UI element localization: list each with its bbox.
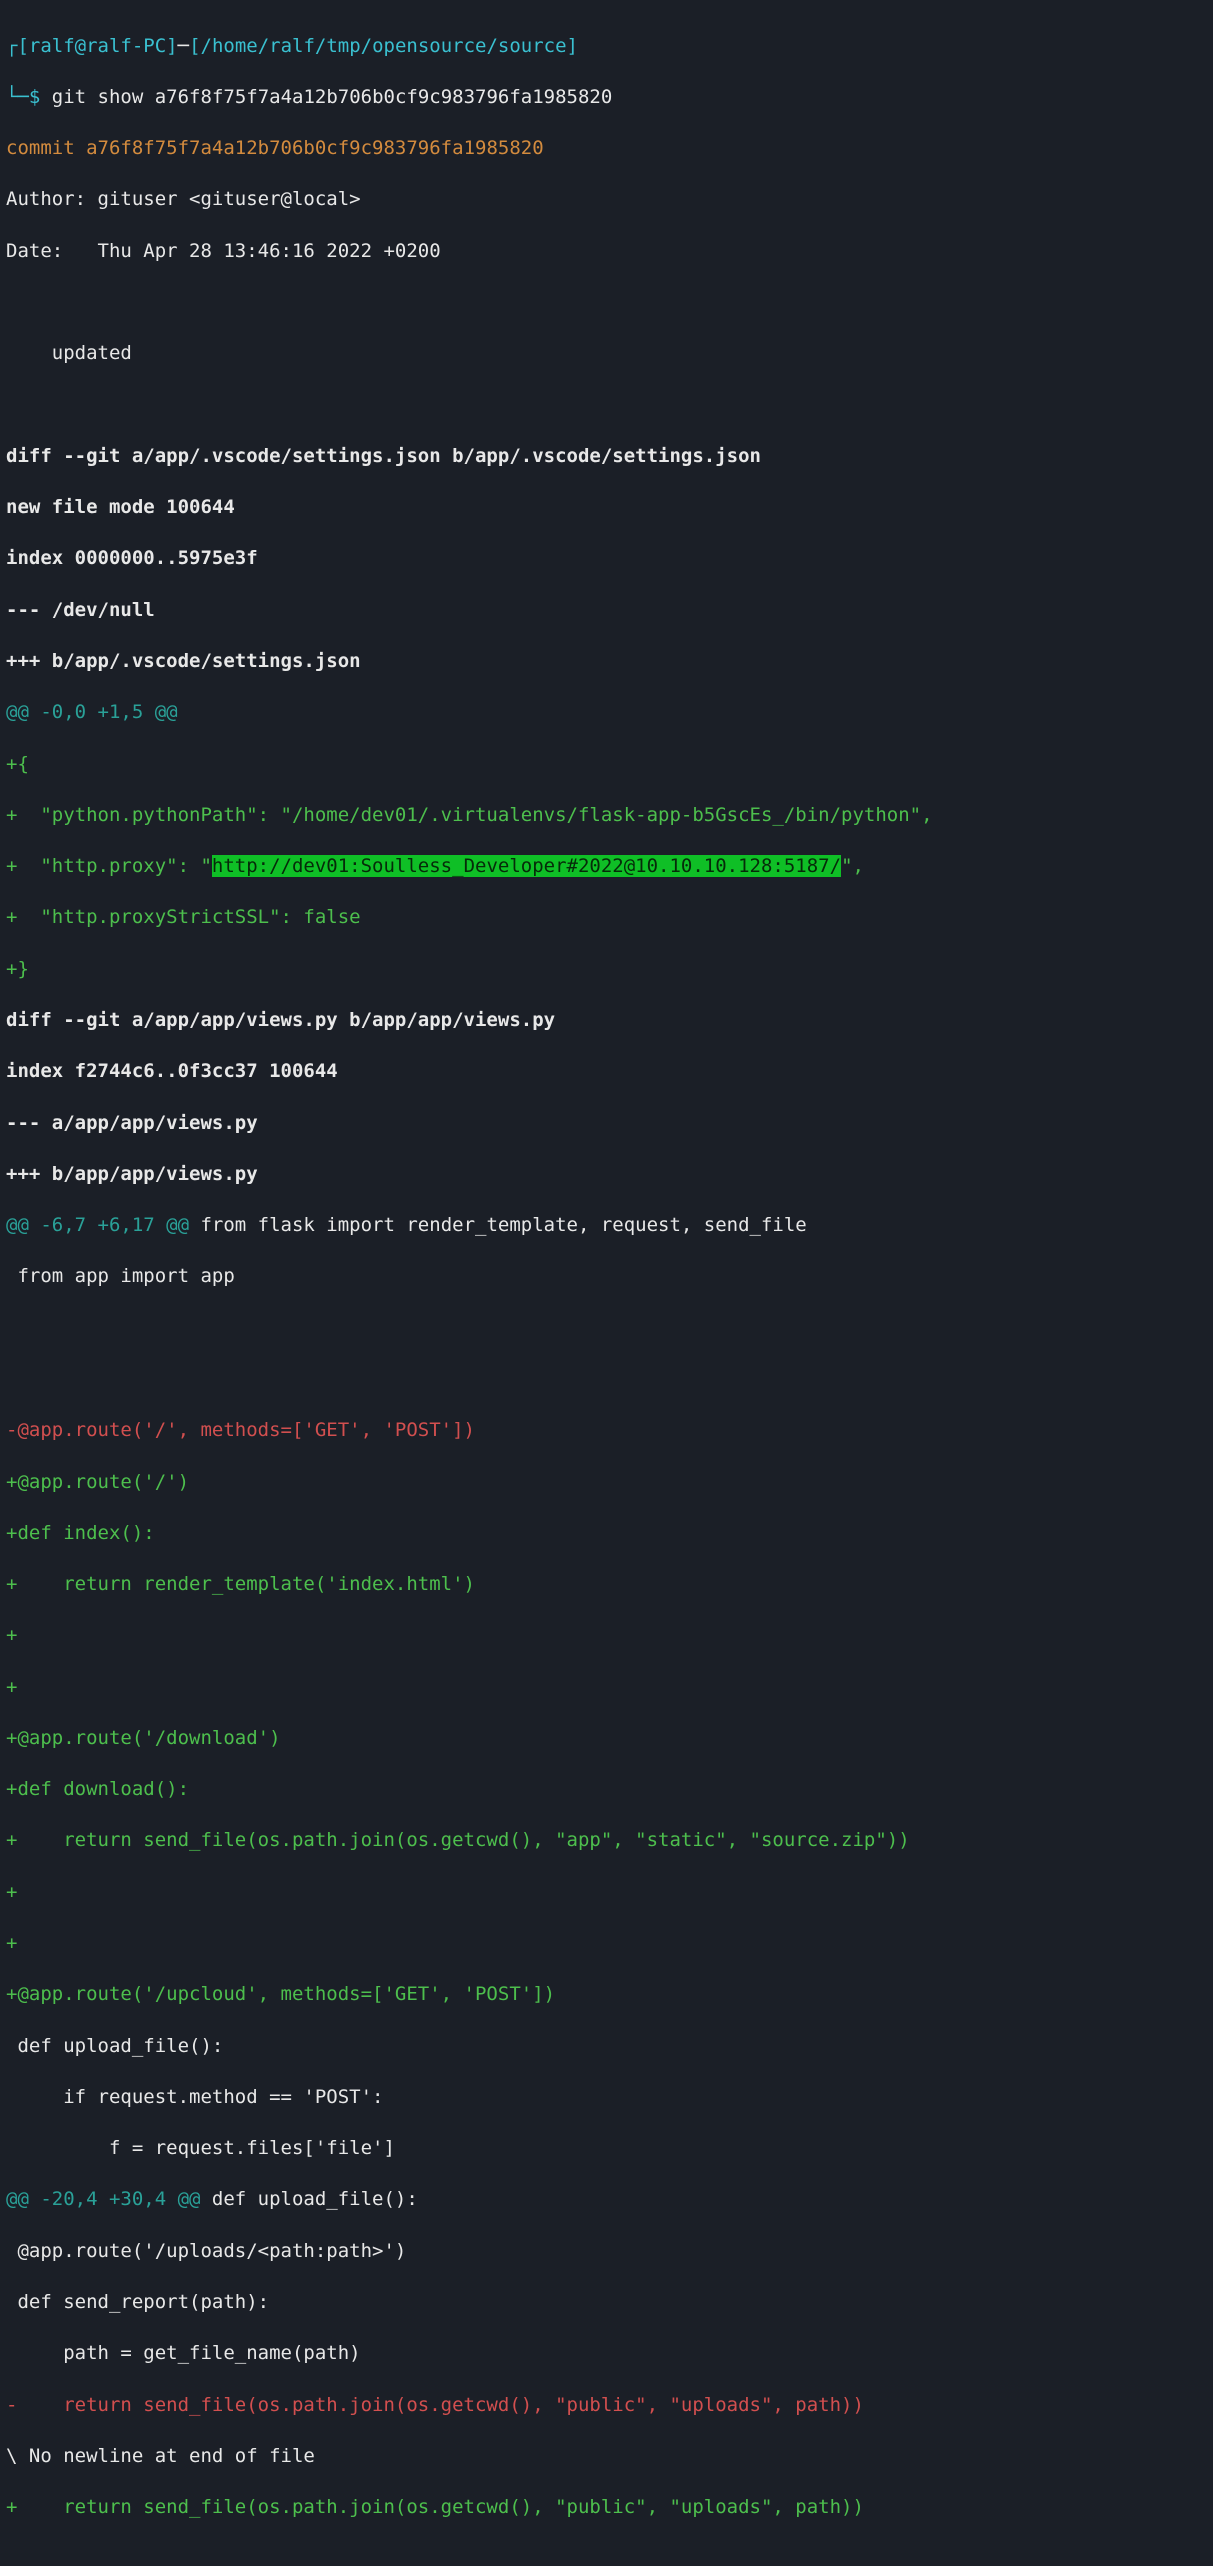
diff-add: + — [6, 1675, 1207, 1701]
diff-context: f = request.files['file'] — [6, 2136, 1207, 2162]
terminal-output[interactable]: ┌[ralf@ralf-PC]─[/home/ralf/tmp/opensour… — [0, 0, 1213, 2566]
diff-afile-1: --- /dev/null — [6, 598, 1207, 624]
diff-add: +def download(): — [6, 1777, 1207, 1803]
diff-add: + — [6, 1623, 1207, 1649]
diff-bfile-1: +++ b/app/.vscode/settings.json — [6, 649, 1207, 675]
prompt-line-2: └─$ git show a76f8f75f7a4a12b706b0cf9c98… — [6, 85, 1207, 111]
diff-add: + return send_file(os.path.join(os.getcw… — [6, 1828, 1207, 1854]
hunk-header-3: @@ -20,4 +30,4 @@ def upload_file(): — [6, 2187, 1207, 2213]
diff-add: + return render_template('index.html') — [6, 1572, 1207, 1598]
diff-add: +def index(): — [6, 1521, 1207, 1547]
commit-line: commit a76f8f75f7a4a12b706b0cf9c983796fa… — [6, 136, 1207, 162]
hunk-header-2: @@ -6,7 +6,17 @@ from flask import rende… — [6, 1213, 1207, 1239]
diff-add: +{ — [6, 752, 1207, 778]
diff-index-2: index f2744c6..0f3cc37 100644 — [6, 1059, 1207, 1085]
hunk-header-1: @@ -0,0 +1,5 @@ — [6, 700, 1207, 726]
diff-del: -@app.route('/', methods=['GET', 'POST']… — [6, 1418, 1207, 1444]
diff-add: + — [6, 1931, 1207, 1957]
command-args: show a76f8f75f7a4a12b706b0cf9c983796fa19… — [86, 86, 612, 108]
diff-context: def upload_file(): — [6, 2034, 1207, 2060]
highlighted-proxy-url: http://dev01:Soulless_Developer#2022@10.… — [212, 855, 841, 877]
diff-context: if request.method == 'POST': — [6, 2085, 1207, 2111]
diff-context: path = get_file_name(path) — [6, 2341, 1207, 2367]
command-git: git — [52, 86, 86, 108]
date-line: Date: Thu Apr 28 13:46:16 2022 +0200 — [6, 239, 1207, 265]
commit-message: updated — [6, 341, 1207, 367]
diff-add: + "python.pythonPath": "/home/dev01/.vir… — [6, 803, 1207, 829]
diff-afile-2: --- a/app/app/views.py — [6, 1111, 1207, 1137]
diff-add: + return send_file(os.path.join(os.getcw… — [6, 2495, 1207, 2521]
blank-line — [6, 290, 1207, 316]
diff-context: @app.route('/uploads/<path:path>') — [6, 2239, 1207, 2265]
diff-add: +@app.route('/upcloud', methods=['GET', … — [6, 1982, 1207, 2008]
diff-add-highlighted: + "http.proxy": "http://dev01:Soulless_D… — [6, 854, 1207, 880]
diff-add: + — [6, 1880, 1207, 1906]
diff-add: + "http.proxyStrictSSL": false — [6, 905, 1207, 931]
diff-context: from app import app — [6, 1264, 1207, 1290]
diff-header-1: diff --git a/app/.vscode/settings.json b… — [6, 444, 1207, 470]
diff-add: +@app.route('/') — [6, 1470, 1207, 1496]
prompt-line-1: ┌[ralf@ralf-PC]─[/home/ralf/tmp/opensour… — [6, 34, 1207, 60]
diff-newmode: new file mode 100644 — [6, 495, 1207, 521]
diff-add: +} — [6, 957, 1207, 983]
diff-header-2: diff --git a/app/app/views.py b/app/app/… — [6, 1008, 1207, 1034]
diff-add: +@app.route('/download') — [6, 1726, 1207, 1752]
diff-context — [6, 1316, 1207, 1342]
no-newline: \ No newline at end of file — [6, 2444, 1207, 2470]
diff-context: def send_report(path): — [6, 2290, 1207, 2316]
diff-context — [6, 1367, 1207, 1393]
blank-line — [6, 393, 1207, 419]
author-line: Author: gituser <gituser@local> — [6, 187, 1207, 213]
diff-del: - return send_file(os.path.join(os.getcw… — [6, 2393, 1207, 2419]
diff-index-1: index 0000000..5975e3f — [6, 546, 1207, 572]
diff-bfile-2: +++ b/app/app/views.py — [6, 1162, 1207, 1188]
